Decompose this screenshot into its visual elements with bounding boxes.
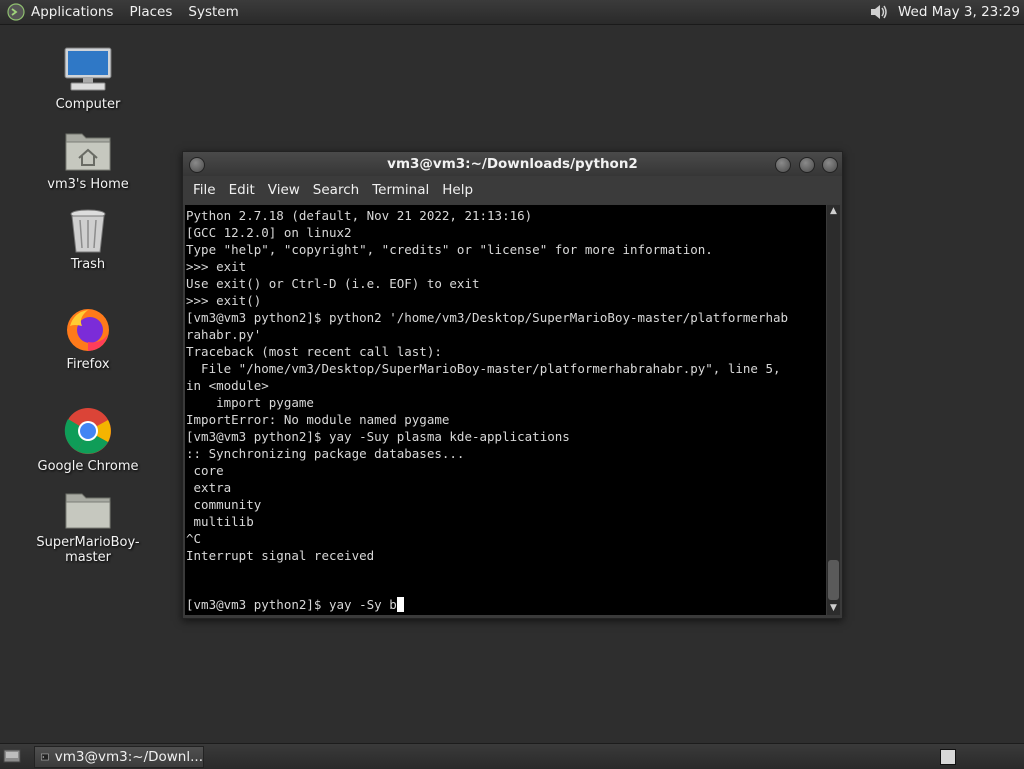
text-cursor	[396, 597, 404, 612]
chrome-icon	[64, 408, 111, 454]
places-menu[interactable]: Places	[129, 4, 172, 20]
window-titlebar[interactable]: vm3@vm3:~/Downloads/python2	[183, 152, 842, 176]
desktop-icon-computer[interactable]: Computer	[18, 46, 158, 112]
show-desktop-icon[interactable]	[3, 748, 21, 764]
desktop-icon-label: Firefox	[66, 357, 110, 372]
taskbar-button-terminal[interactable]: vm3@vm3:~/Downl...	[34, 746, 204, 768]
window-menu-button[interactable]	[189, 157, 205, 173]
terminal-area[interactable]: Python 2.7.18 (default, Nov 21 2022, 21:…	[185, 205, 826, 615]
desktop-icon-label: Computer	[55, 97, 121, 112]
terminal-prompt-line[interactable]: [vm3@vm3 python2]$ yay -Sy b	[186, 596, 404, 613]
clock[interactable]: Wed May 3, 23:29	[898, 4, 1020, 20]
scroll-up-arrow-icon[interactable]: ▲	[827, 205, 840, 218]
desktop-icon-trash[interactable]: Trash	[18, 208, 158, 272]
bottom-panel: vm3@vm3:~/Downl...	[0, 743, 1024, 769]
trash-icon	[70, 209, 106, 253]
terminal-icon	[41, 753, 49, 761]
desktop-icon-home[interactable]: vm3's Home	[18, 128, 158, 192]
menu-help[interactable]: Help	[442, 182, 473, 198]
taskbar-button-label: vm3@vm3:~/Downl...	[54, 749, 203, 765]
desktop-icon-label: SuperMarioBoy-master	[36, 535, 140, 565]
menu-search[interactable]: Search	[313, 182, 359, 198]
home-folder-icon	[65, 133, 111, 171]
desktop-icon-label: Google Chrome	[37, 459, 139, 474]
vertical-scrollbar[interactable]: ▲ ▼	[827, 205, 840, 615]
system-menu[interactable]: System	[188, 4, 238, 20]
desktop-icon-label: Trash	[70, 257, 106, 272]
desktop-icon-label: vm3's Home	[47, 177, 129, 192]
desktop-icon-supermarioboy[interactable]: SuperMarioBoy-master	[18, 490, 158, 565]
menu-file[interactable]: File	[193, 182, 216, 198]
menu-edit[interactable]: Edit	[229, 182, 255, 198]
distro-logo-icon[interactable]	[7, 3, 25, 21]
scroll-down-arrow-icon[interactable]: ▼	[827, 602, 840, 615]
close-button[interactable]	[822, 157, 838, 173]
maximize-button[interactable]	[799, 157, 815, 173]
terminal-window[interactable]: vm3@vm3:~/Downloads/python2 File Edit Vi…	[182, 151, 843, 619]
computer-icon	[64, 47, 112, 91]
firefox-icon	[67, 309, 109, 351]
desktop-icon-chrome[interactable]: Google Chrome	[18, 406, 158, 474]
minimize-button[interactable]	[775, 157, 791, 173]
menu-view[interactable]: View	[268, 182, 300, 198]
volume-icon[interactable]	[868, 2, 890, 22]
clock-area: Wed May 3, 23:29	[868, 0, 1024, 24]
window-title: vm3@vm3:~/Downloads/python2	[387, 156, 638, 172]
workspace-switcher[interactable]	[940, 749, 956, 765]
applications-menu[interactable]: Applications	[31, 4, 113, 20]
folder-icon	[65, 493, 111, 529]
desktop-icon-firefox[interactable]: Firefox	[18, 306, 158, 372]
menu-terminal[interactable]: Terminal	[372, 182, 429, 198]
terminal-output: Python 2.7.18 (default, Nov 21 2022, 21:…	[186, 208, 789, 563]
terminal-prompt: [vm3@vm3 python2]$ yay -Sy b	[186, 597, 397, 612]
top-panel: Applications Places System Wed May 3, 23…	[0, 0, 1024, 25]
scrollbar-thumb[interactable]	[828, 560, 839, 600]
terminal-menubar: File Edit View Search Terminal Help	[183, 176, 842, 204]
